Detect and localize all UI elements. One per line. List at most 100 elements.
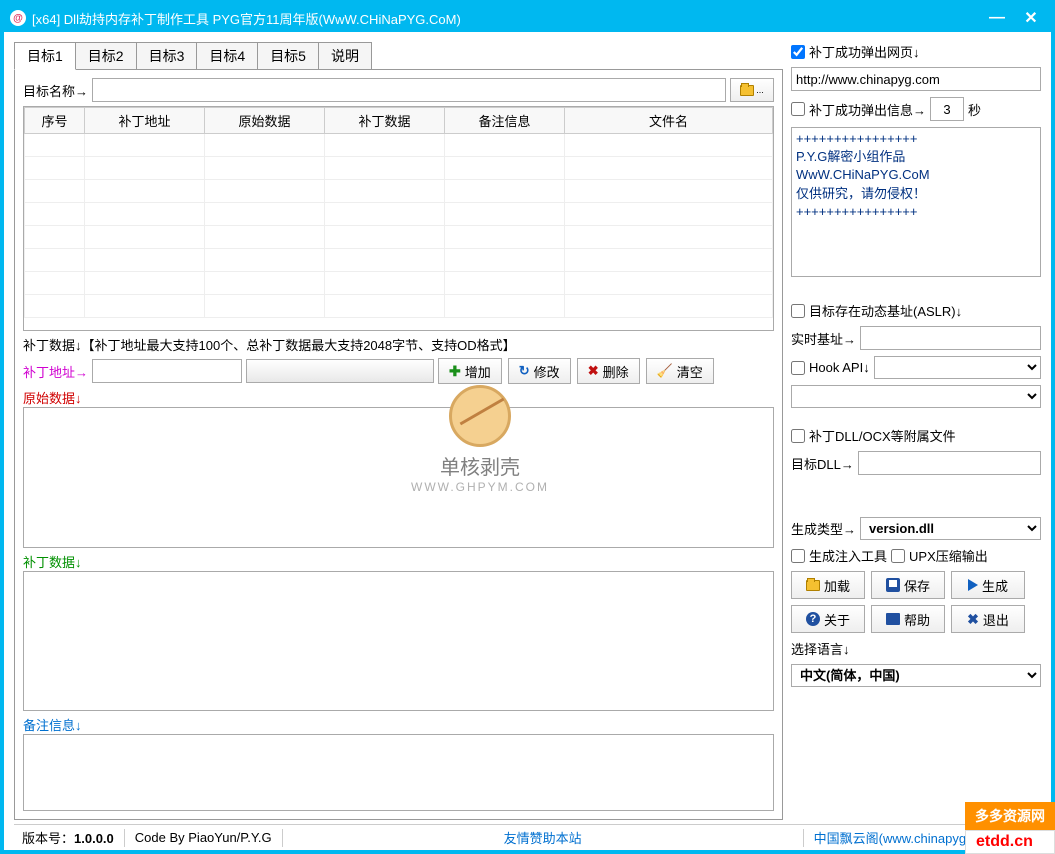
gen-type-label: 生成类型→ [791,519,856,538]
upx-check[interactable]: UPX压缩输出 [891,546,988,565]
orig-data-block: 原始数据↓ [23,388,774,548]
aslr-checkbox[interactable] [791,304,805,318]
save-button[interactable]: 保存 [871,571,945,599]
x-icon: ✖ [588,363,599,379]
modify-button[interactable]: ↻修改 [508,358,571,384]
save-icon [886,578,900,592]
popup-info-row: 补丁成功弹出信息→ 秒 [791,97,1041,121]
tab-help[interactable]: 说明 [318,42,372,69]
generate-button[interactable]: 生成 [951,571,1025,599]
client-area: 目标1 目标2 目标3 目标4 目标5 说明 目标名称→ ... [4,32,1051,850]
patch-addr-label: 补丁地址→ [23,362,88,381]
patch-data-label: 补丁数据↓ [23,552,774,571]
aslr-check[interactable]: 目标存在动态基址(ASLR)↓ [791,301,1041,320]
app-icon: @ [10,10,26,26]
button-grid: 加载 保存 生成 ?关于 帮助 ✖退出 [791,571,1041,633]
popup-info-check[interactable]: 补丁成功弹出信息→ [791,100,926,119]
question-icon: ? [806,612,820,626]
target-dll-input[interactable] [858,451,1041,475]
target-name-label: 目标名称→ [23,81,88,100]
main-row: 目标1 目标2 目标3 目标4 目标5 说明 目标名称→ ... [14,42,1041,820]
table-row [25,272,773,295]
popup-web-checkbox[interactable] [791,45,805,59]
patch-data-block: 补丁数据↓ [23,552,774,712]
patch-hint: 补丁数据↓【补丁地址最大支持100个、总补丁数据最大支持2048字节、支持OD格… [23,335,774,354]
popup-web-input[interactable] [791,67,1041,91]
tab-target-4[interactable]: 目标4 [196,42,258,69]
orig-data-textarea[interactable] [23,407,774,548]
broom-icon: 🧹 [657,363,673,379]
load-button[interactable]: 加载 [791,571,865,599]
remark-textarea[interactable] [23,734,774,811]
play-icon [968,579,978,591]
table-row [25,180,773,203]
minimize-button[interactable]: — [983,8,1011,28]
seconds-input[interactable] [930,97,964,121]
hook-api-select-2[interactable] [791,385,1041,408]
hook-api-select-1[interactable] [874,356,1041,379]
help-button[interactable]: 帮助 [871,605,945,633]
tab-target-2[interactable]: 目标2 [75,42,137,69]
tab-target-5[interactable]: 目标5 [257,42,319,69]
col-orig[interactable]: 原始数据 [205,108,325,134]
lang-select[interactable]: 中文(简体，中国) [791,664,1041,687]
tab-panel: 目标名称→ ... 序号 补丁地址 原始数据 [14,69,783,820]
target-tabs: 目标1 目标2 目标3 目标4 目标5 说明 [14,42,783,69]
real-base-row: 实时基址→ [791,326,1041,350]
seconds-unit: 秒 [968,100,981,119]
plus-icon: ✚ [449,363,461,380]
version-label: 版本号：1.0.0.0 [22,828,114,847]
gen-options-row: 生成注入工具 UPX压缩输出 [791,546,1041,565]
titlebar: @ [x64] Dll劫持内存补丁制作工具 PYG官方11周年版(WwW.CHi… [4,4,1051,32]
window-controls: — ✕ [983,8,1045,28]
orig-data-label: 原始数据↓ [23,388,774,407]
about-button[interactable]: ?关于 [791,605,865,633]
gen-type-select[interactable]: version.dll [860,517,1041,540]
target-name-input[interactable] [92,78,726,102]
col-remark[interactable]: 备注信息 [445,108,565,134]
tab-target-1[interactable]: 目标1 [14,42,76,70]
clear-button[interactable]: 🧹清空 [646,358,714,384]
exit-button[interactable]: ✖退出 [951,605,1025,633]
tab-target-3[interactable]: 目标3 [136,42,198,69]
popup-info-checkbox[interactable] [791,102,805,116]
window-title: [x64] Dll劫持内存补丁制作工具 PYG官方11周年版(WwW.CHiNa… [32,9,983,28]
target-dll-row: 目标DLL→ [791,451,1041,475]
patch-table[interactable]: 序号 补丁地址 原始数据 补丁数据 备注信息 文件名 [23,106,774,331]
remark-label: 备注信息↓ [23,715,774,734]
col-index[interactable]: 序号 [25,108,85,134]
gen-inject-checkbox[interactable] [791,549,805,563]
add-button[interactable]: ✚增加 [438,358,502,384]
hook-api-checkbox[interactable] [791,361,805,375]
patch-addr-input[interactable] [92,359,242,383]
table-row [25,249,773,272]
col-file[interactable]: 文件名 [565,108,773,134]
popup-info-textarea[interactable]: ++++++++++++++++ P.Y.G解密小组作品 WwW.CHiNaPY… [791,127,1041,277]
gen-inject-check[interactable]: 生成注入工具 [791,546,887,565]
app-window: @ [x64] Dll劫持内存补丁制作工具 PYG官方11周年版(WwW.CHi… [0,0,1055,854]
popup-web-check[interactable]: 补丁成功弹出网页↓ [791,42,1041,61]
dll-ocx-check[interactable]: 补丁DLL/OCX等附属文件 [791,426,1041,445]
real-base-label: 实时基址→ [791,329,856,348]
table-row [25,226,773,249]
upx-checkbox[interactable] [891,549,905,563]
col-address[interactable]: 补丁地址 [85,108,205,134]
browse-target-button[interactable]: ... [730,78,774,102]
footer-badges: 多多资源网 etdd.cn [965,802,1055,854]
sponsor-link[interactable]: 友情赞助本站 [293,828,793,847]
close-button[interactable]: ✕ [1017,8,1045,28]
patch-data-textarea[interactable] [23,571,774,712]
action-buttons: ✚增加 ↻修改 ✖删除 🧹清空 [438,358,714,384]
table-row [25,134,773,157]
hook-api-check[interactable]: Hook API↓ [791,360,870,375]
delete-button[interactable]: ✖删除 [577,358,640,384]
badge-source: 多多资源网 [965,802,1055,830]
table-row [25,295,773,318]
real-base-input[interactable] [860,326,1041,350]
remark-block: 备注信息↓ [23,715,774,811]
patch-dropdown[interactable] [246,359,434,383]
right-column: 补丁成功弹出网页↓ 补丁成功弹出信息→ 秒 ++++++++++++++++ P… [791,42,1041,820]
dll-ocx-checkbox[interactable] [791,429,805,443]
table-row [25,203,773,226]
col-patch[interactable]: 补丁数据 [325,108,445,134]
